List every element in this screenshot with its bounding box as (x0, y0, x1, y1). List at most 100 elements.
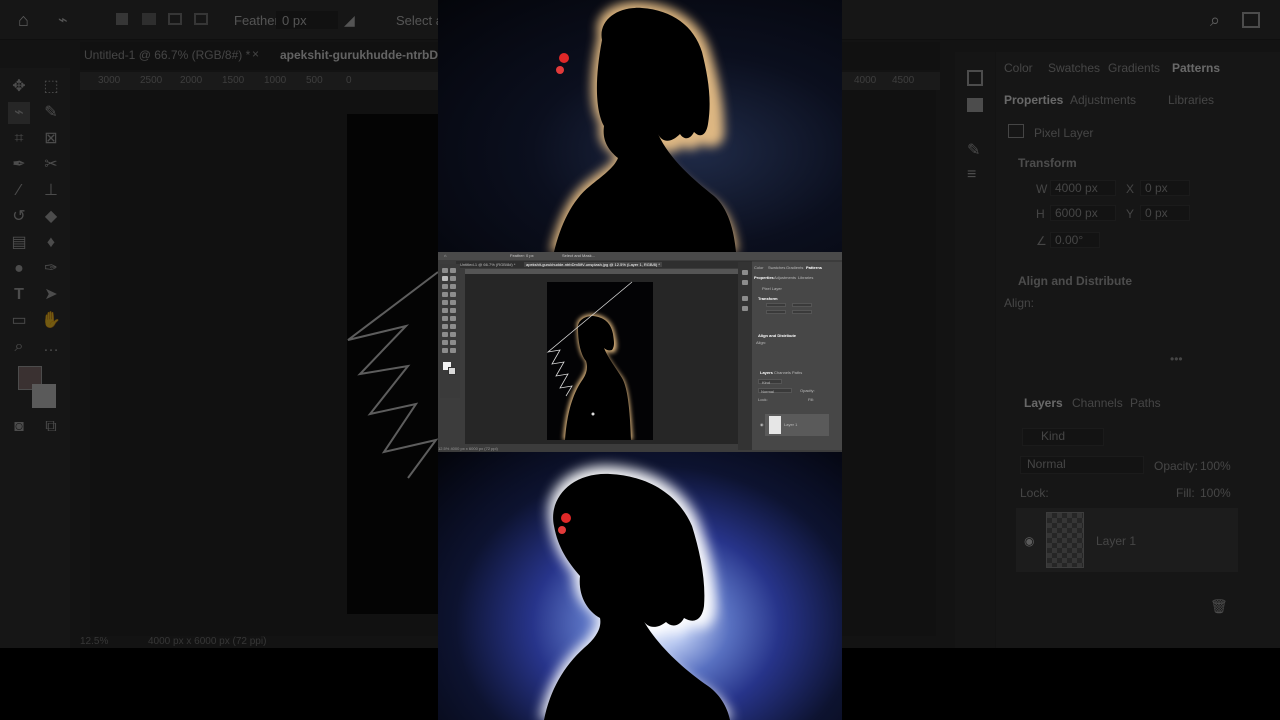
quick-select-icon[interactable]: ✎ (40, 102, 62, 124)
add-selection-icon[interactable] (142, 13, 156, 25)
inset-field[interactable] (766, 310, 786, 314)
inset-panel-icon[interactable] (742, 270, 748, 275)
lasso-tool-icon[interactable]: ⌁ (8, 102, 30, 124)
inset-tab-gradients[interactable]: Gradients (786, 265, 803, 270)
quick-mask-icon[interactable]: ◙ (8, 416, 30, 438)
inset-select-mask[interactable]: Select and Mask... (562, 253, 595, 258)
inset-home-icon[interactable]: ⌂ (444, 253, 446, 258)
fill-value[interactable]: 100% (1200, 486, 1231, 500)
inset-tool-icon[interactable] (442, 284, 448, 289)
eraser-icon[interactable]: ◆ (40, 206, 62, 228)
home-icon[interactable]: ⌂ (18, 10, 29, 31)
gradient-icon[interactable]: ▤ (8, 232, 30, 254)
x-field[interactable]: 0 px (1140, 180, 1190, 196)
inset-tool-icon[interactable] (450, 316, 456, 321)
subtract-selection-icon[interactable] (168, 13, 182, 25)
angle-field[interactable]: 0.00° (1050, 232, 1100, 248)
tab-photo[interactable]: apekshit-gurukhudde-ntrbDm (280, 48, 449, 62)
h-field[interactable]: 6000 px (1050, 205, 1116, 221)
tab-libraries[interactable]: Libraries (1168, 93, 1214, 107)
pen-tool-icon[interactable]: ✑ (40, 258, 62, 280)
inset-tool-icon[interactable] (442, 332, 448, 337)
intersect-selection-icon[interactable] (194, 13, 208, 25)
background-color-swatch[interactable] (32, 384, 56, 408)
crop-tool-icon[interactable]: ⌗ (8, 128, 30, 150)
inset-tool-icon[interactable] (442, 348, 448, 353)
inset-layer-name[interactable]: Layer 1 (784, 422, 797, 427)
inset-panel-icon[interactable] (742, 280, 748, 285)
more-tools-icon[interactable]: … (40, 336, 62, 358)
feather-input[interactable]: 0 px (276, 11, 338, 29)
inset-tool-icon[interactable] (450, 348, 456, 353)
inset-tool-icon[interactable] (450, 300, 456, 305)
inset-tool-icon[interactable] (442, 316, 448, 321)
inset-background-swatch[interactable] (448, 367, 456, 375)
layer-name[interactable]: Layer 1 (1096, 534, 1136, 548)
inset-tool-icon[interactable] (442, 276, 448, 281)
tab-patterns[interactable]: Patterns (1172, 61, 1220, 75)
transform-heading[interactable]: Transform (1018, 156, 1077, 170)
inset-kind-filter[interactable]: Kind (758, 379, 782, 385)
inset-feather[interactable]: Feather: 0 px (510, 253, 534, 258)
inset-panel-icon[interactable] (742, 306, 748, 311)
history-brush-icon[interactable]: ↺ (8, 206, 30, 228)
tab-color[interactable]: Color (1004, 61, 1033, 75)
type-tool-icon[interactable]: T (8, 284, 30, 306)
scissors-icon[interactable]: ✂ (40, 154, 62, 176)
tab-properties[interactable]: Properties (1004, 93, 1063, 107)
inset-blend-mode[interactable]: Normal (758, 388, 792, 394)
move-tool-icon[interactable]: ✥ (8, 76, 30, 98)
w-field[interactable]: 4000 px (1050, 180, 1116, 196)
marquee-tool-icon[interactable]: ⬚ (40, 76, 62, 98)
tab-adjustments[interactable]: Adjustments (1070, 93, 1136, 107)
brush-tool-icon[interactable]: ⁄ (8, 180, 30, 202)
inset-tool-icon[interactable] (442, 300, 448, 305)
inset-field[interactable] (792, 310, 812, 314)
inset-eye-icon[interactable]: ◉ (760, 422, 764, 427)
inset-align[interactable]: Align and Distribute (758, 333, 796, 338)
inset-tool-icon[interactable] (442, 324, 448, 329)
tab-layers[interactable]: Layers (1024, 396, 1063, 410)
inset-tab-swatches[interactable]: Swatches (768, 265, 785, 270)
inset-tab-color[interactable]: Color (754, 265, 764, 270)
inset-tool-icon[interactable] (450, 308, 456, 313)
brush-settings-icon[interactable]: ✎ (967, 140, 980, 160)
anti-alias-icon[interactable]: ◢ (344, 12, 355, 29)
y-field[interactable]: 0 px (1140, 205, 1190, 221)
comments-icon[interactable] (967, 98, 983, 112)
inset-tab-patterns[interactable]: Patterns (806, 265, 822, 270)
inset-tool-icon[interactable] (450, 340, 456, 345)
inset-panel-icon[interactable] (742, 296, 748, 301)
tab-channels[interactable]: Channels (1072, 396, 1123, 410)
search-icon[interactable]: ⌕ (1210, 10, 1220, 31)
inset-tab-paths[interactable]: Paths (792, 370, 802, 375)
inset-tool-icon[interactable] (450, 292, 456, 297)
inset-transform[interactable]: Transform (758, 296, 778, 301)
zoom-level[interactable]: 12.5% (80, 636, 108, 647)
frame-tool-icon[interactable]: ⊠ (40, 128, 62, 150)
zoom-tool-icon[interactable]: ⌕ (8, 336, 30, 358)
more-options[interactable]: ••• (1170, 352, 1183, 366)
stamp-tool-icon[interactable]: ⊥ (40, 180, 62, 202)
inset-tab-adjustments[interactable]: Adjustments (774, 275, 796, 280)
tab-paths[interactable]: Paths (1130, 396, 1161, 410)
close-icon[interactable]: × (252, 47, 259, 61)
tab-swatches[interactable]: Swatches (1048, 61, 1100, 75)
inset-tool-icon[interactable] (450, 284, 456, 289)
inset-tab-photo[interactable]: apekshit-gurukhudde-ntrbDm5ifV-unsplash.… (524, 262, 662, 267)
polygonal-lasso-icon[interactable]: ⌁ (58, 10, 68, 30)
inset-field[interactable] (792, 303, 812, 307)
adjust-settings-icon[interactable]: ≡ (967, 166, 976, 184)
eye-icon[interactable]: ◉ (1024, 534, 1034, 548)
tab-untitled[interactable]: Untitled-1 @ 66.7% (RGB/8#) * (84, 48, 250, 62)
workspace-icon[interactable] (1242, 12, 1260, 28)
dodge-icon[interactable]: ● (8, 258, 30, 280)
inset-tool-icon[interactable] (442, 340, 448, 345)
inset-tab-libraries[interactable]: Libraries (798, 275, 813, 280)
inset-tool-icon[interactable] (442, 292, 448, 297)
screen-mode-icon[interactable]: ⧉ (40, 416, 62, 438)
inset-tab-layers[interactable]: Layers (760, 370, 773, 375)
trash-icon[interactable]: 🗑 (1210, 598, 1228, 615)
blend-mode-select[interactable]: Normal (1020, 456, 1144, 474)
inset-tool-icon[interactable] (450, 268, 456, 273)
